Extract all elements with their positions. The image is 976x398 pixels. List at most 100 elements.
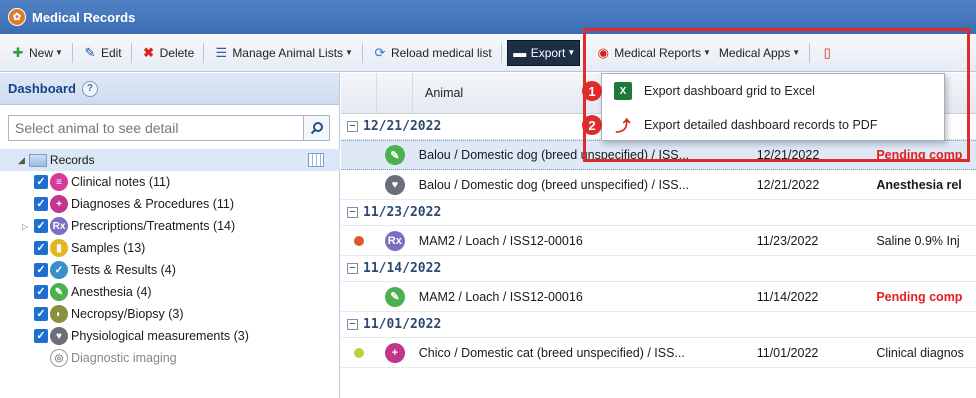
status-dot-icon (353, 235, 364, 246)
dashboard-header: Dashboard ? (0, 73, 339, 105)
tree-item[interactable]: ✓ ◐ Necropsy/Biopsy (3) (0, 303, 340, 325)
pdf-icon: ⤴ (615, 117, 631, 135)
column-header-status[interactable] (341, 72, 377, 114)
animal-cell: MAM2 / Loach / ISS12-00016 (418, 233, 583, 248)
table-row[interactable]: ✎ Balou / Domestic dog (breed unspecified… (341, 140, 976, 170)
tests-icon: ✓ (50, 261, 68, 279)
collapse-group-icon[interactable]: − (347, 263, 358, 274)
collapse-group-icon[interactable]: − (347, 319, 358, 330)
table-row[interactable]: ✎ MAM2 / Loach / ISS12-00016 11/14/2022 Pen… (341, 282, 976, 312)
column-header-type[interactable] (377, 72, 413, 114)
tree-item[interactable]: ✓ ≡ Clinical notes (11) (0, 171, 340, 193)
new-record-icon: ✚ (12, 44, 24, 60)
tree-item-label: Tests & Results (4) (71, 263, 176, 277)
toolbar-divider (361, 42, 363, 63)
date-cell: 12/21/2022 (756, 148, 820, 162)
records-tree: ◢ Records ✓ ≡ Clinical notes (11) ✓ + Diagnos… (0, 149, 340, 369)
date-group-header[interactable]: −11/14/2022 (341, 256, 976, 282)
tree-item-checkbox[interactable]: ✓ (34, 241, 48, 255)
export-icon: ▬ (513, 44, 527, 60)
animal-cell: Chico / Domestic cat (breed unspecified)… (418, 345, 685, 360)
edit-button[interactable]: ✎ Edit (78, 40, 126, 66)
status-cell (341, 347, 377, 358)
search-icon (310, 122, 323, 135)
samples-icon: ▮ (50, 239, 68, 257)
necropsy-icon: ◐ (50, 305, 68, 323)
tree-item[interactable]: ▷ ✓ Rx Prescriptions/Treatments (14) (0, 215, 340, 237)
anesthesia-icon: ✎ (50, 283, 68, 301)
tree-item[interactable]: ✓ + Diagnoses & Procedures (11) (0, 193, 340, 215)
dashboard-panel: Dashboard ? ◢ Records ✓≡Clinical notes (… (0, 73, 340, 398)
table-row[interactable]: ♥ Balou / Domestic dog (breed unspecified… (341, 170, 976, 200)
toolbar: ✚ New ▼ ✎ Edit ✖ Delete ☰ Manage Animal … (0, 34, 976, 72)
list-icon: ☰ (215, 44, 228, 60)
tree-item-checkbox[interactable]: ✓ (34, 175, 48, 189)
tree-item[interactable]: ◎ Diagnostic imaging (0, 347, 340, 369)
collapse-group-icon[interactable]: − (347, 121, 358, 132)
table-row[interactable]: Rx MAM2 / Loach / ISS12-00016 11/23/2022 Sa… (341, 226, 976, 256)
trash-button[interactable]: ▯ (815, 40, 842, 66)
manage-animal-lists-button[interactable]: ☰ Manage Animal Lists ▼ (209, 40, 357, 66)
diagnoses-icon: + (384, 342, 405, 363)
animal-cell: Balou / Domestic dog (breed unspecified)… (418, 148, 690, 162)
group-date: 11/23/2022 (363, 205, 442, 220)
search-button[interactable] (304, 115, 330, 141)
edit-icon: ✎ (84, 44, 96, 60)
window-title: Medical Records (32, 9, 136, 25)
tree-item-label: Prescriptions/Treatments (14) (71, 219, 236, 233)
tree-item-checkbox[interactable]: ✓ (34, 329, 48, 343)
animal-search-input[interactable] (8, 115, 304, 141)
tree-item-checkbox[interactable]: ✓ (34, 307, 48, 321)
chevron-down-icon: ▼ (792, 48, 801, 57)
menu-item-label: Export dashboard grid to Excel (644, 84, 815, 98)
date-group-header[interactable]: −11/01/2022 (341, 312, 976, 338)
export-button[interactable]: ▬ Export ▼ (506, 39, 581, 66)
column-header-animal[interactable]: Animal (413, 73, 463, 114)
grid-view-icon[interactable] (308, 153, 324, 167)
description-cell: Anesthesia rel (876, 177, 962, 192)
new-button[interactable]: ✚ New ▼ (6, 40, 67, 66)
step-badge: 2 (582, 115, 602, 135)
expand-arrow-icon[interactable]: ▷ (22, 222, 28, 231)
tree-item-label: Anesthesia (4) (71, 285, 152, 299)
date-cell: 11/23/2022 (756, 233, 819, 248)
description-cell: Clinical diagnos (876, 345, 964, 360)
tree-item[interactable]: ✓ ✎ Anesthesia (4) (0, 281, 340, 303)
physiological-icon: ♥ (384, 174, 405, 195)
date-cell: 11/01/2022 (756, 345, 819, 360)
delete-icon: ✖ (143, 44, 155, 60)
delete-button[interactable]: ✖ Delete (137, 40, 199, 66)
tree-item-checkbox[interactable]: ✓ (34, 197, 48, 211)
tree-root-label: Records (49, 153, 95, 167)
tree-item-checkbox[interactable]: ✓ (34, 219, 48, 233)
reload-icon: ⟳ (374, 44, 386, 60)
toolbar-divider (130, 42, 132, 63)
group-date: 11/14/2022 (363, 261, 442, 276)
medical-reports-button[interactable]: ◉ Medical Reports ▼ (591, 40, 715, 66)
type-cell: ✎ (377, 286, 413, 307)
date-group-header[interactable]: −11/23/2022 (341, 200, 976, 226)
export-excel-menu-item[interactable]: X Export dashboard grid to Excel (602, 74, 944, 108)
tree-root-records[interactable]: ◢ Records (0, 149, 340, 171)
reload-medical-list-button[interactable]: ⟳ Reload medical list (368, 40, 496, 66)
tree-item-checkbox[interactable]: ✓ (34, 285, 48, 299)
help-icon[interactable]: ? (81, 80, 98, 97)
tree-item[interactable]: ✓ ♥ Physiological measurements (3) (0, 325, 340, 347)
toolbar-divider (809, 42, 811, 63)
animal-search (8, 115, 330, 141)
anesthesia-icon: ✎ (384, 286, 405, 307)
tree-item[interactable]: ✓ ▮ Samples (13) (0, 237, 340, 259)
export-pdf-menu-item[interactable]: ⤴ Export detailed dashboard records to PD… (602, 108, 944, 142)
table-row[interactable]: + Chico / Domestic cat (breed unspecified… (341, 338, 976, 368)
tree-item-label: Clinical notes (11) (71, 175, 171, 189)
toolbar-divider (203, 42, 205, 63)
type-cell: + (377, 342, 413, 363)
dashboard-title: Dashboard (8, 81, 76, 96)
collapse-group-icon[interactable]: − (347, 207, 358, 218)
medical-apps-button[interactable]: Medical Apps ▼ (715, 40, 804, 66)
tree-item-checkbox[interactable]: ✓ (34, 263, 48, 277)
edit-button-label: Edit (100, 45, 122, 60)
tree-item[interactable]: ✓ ✓ Tests & Results (4) (0, 259, 340, 281)
toolbar-divider (500, 42, 502, 63)
collapse-triangle-icon[interactable]: ◢ (18, 155, 25, 166)
